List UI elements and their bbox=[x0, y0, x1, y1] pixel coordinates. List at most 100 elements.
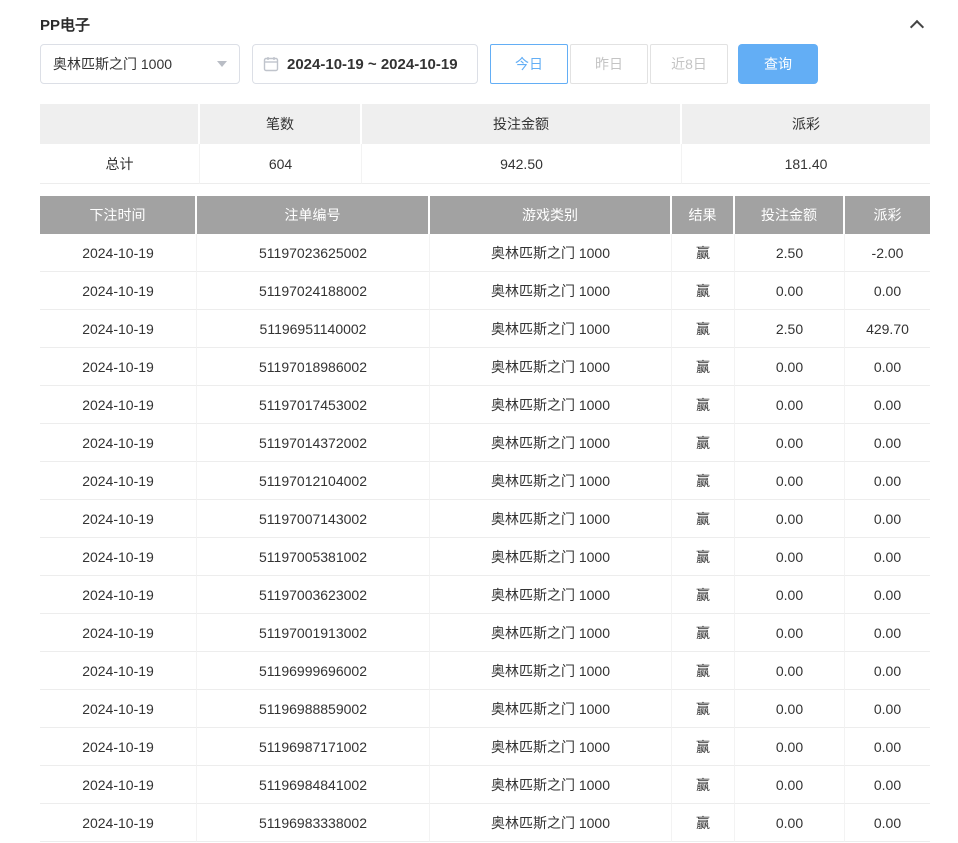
cell-result: 赢 bbox=[672, 766, 735, 804]
col-header-bet-amount: 投注金额 bbox=[735, 196, 845, 234]
cell-game-type: 奥林匹斯之门 1000 bbox=[430, 766, 672, 804]
table-row: 2024-10-19 51196999696002 奥林匹斯之门 1000 赢 … bbox=[40, 652, 930, 690]
cell-result: 赢 bbox=[672, 310, 735, 348]
cell-order-id: 51197024188002 bbox=[197, 272, 430, 310]
cell-bet-amount: 0.00 bbox=[735, 766, 845, 804]
game-records-panel: PP电子 奥林匹斯之门 1000 2024-10-19 ~ 2024-10-19… bbox=[40, 0, 930, 842]
cell-order-id: 51196999696002 bbox=[197, 652, 430, 690]
panel-header: PP电子 bbox=[40, 0, 930, 30]
cell-order-id: 51196951140002 bbox=[197, 310, 430, 348]
cell-payout: 0.00 bbox=[845, 462, 930, 500]
cell-result: 赢 bbox=[672, 424, 735, 462]
cell-bet-amount: 0.00 bbox=[735, 538, 845, 576]
cell-bet-amount: 0.00 bbox=[735, 576, 845, 614]
cell-order-id: 51196984841002 bbox=[197, 766, 430, 804]
search-button[interactable]: 查询 bbox=[738, 44, 818, 84]
cell-bet-time: 2024-10-19 bbox=[40, 690, 197, 728]
table-row: 2024-10-19 51196983338002 奥林匹斯之门 1000 赢 … bbox=[40, 804, 930, 842]
summary-table: 笔数 投注金额 派彩 总计 604 942.50 181.40 bbox=[40, 104, 930, 184]
cell-bet-time: 2024-10-19 bbox=[40, 348, 197, 386]
cell-game-type: 奥林匹斯之门 1000 bbox=[430, 348, 672, 386]
col-header-payout: 派彩 bbox=[845, 196, 930, 234]
cell-bet-amount: 0.00 bbox=[735, 728, 845, 766]
cell-result: 赢 bbox=[672, 386, 735, 424]
chevron-up-icon[interactable] bbox=[910, 20, 924, 34]
cell-result: 赢 bbox=[672, 804, 735, 842]
cell-game-type: 奥林匹斯之门 1000 bbox=[430, 386, 672, 424]
cell-payout: 0.00 bbox=[845, 690, 930, 728]
cell-order-id: 51196987171002 bbox=[197, 728, 430, 766]
table-row: 2024-10-19 51197012104002 奥林匹斯之门 1000 赢 … bbox=[40, 462, 930, 500]
cell-payout: -2.00 bbox=[845, 234, 930, 272]
cell-result: 赢 bbox=[672, 652, 735, 690]
cell-payout: 0.00 bbox=[845, 424, 930, 462]
cell-bet-amount: 0.00 bbox=[735, 500, 845, 538]
cell-game-type: 奥林匹斯之门 1000 bbox=[430, 424, 672, 462]
date-range-value: 2024-10-19 ~ 2024-10-19 bbox=[287, 56, 458, 73]
cell-payout: 0.00 bbox=[845, 766, 930, 804]
cell-order-id: 51197005381002 bbox=[197, 538, 430, 576]
table-row: 2024-10-19 51196984841002 奥林匹斯之门 1000 赢 … bbox=[40, 766, 930, 804]
cell-bet-time: 2024-10-19 bbox=[40, 652, 197, 690]
cell-order-id: 51197014372002 bbox=[197, 424, 430, 462]
cell-order-id: 51197003623002 bbox=[197, 576, 430, 614]
cell-order-id: 51196988859002 bbox=[197, 690, 430, 728]
cell-bet-amount: 0.00 bbox=[735, 272, 845, 310]
summary-total-label: 总计 bbox=[40, 144, 200, 184]
cell-bet-time: 2024-10-19 bbox=[40, 462, 197, 500]
cell-result: 赢 bbox=[672, 614, 735, 652]
cell-bet-amount: 2.50 bbox=[735, 310, 845, 348]
cell-order-id: 51197012104002 bbox=[197, 462, 430, 500]
table-row: 2024-10-19 51197024188002 奥林匹斯之门 1000 赢 … bbox=[40, 272, 930, 310]
cell-bet-time: 2024-10-19 bbox=[40, 500, 197, 538]
panel-title: PP电子 bbox=[40, 14, 90, 35]
cell-payout: 0.00 bbox=[845, 614, 930, 652]
last-8-days-button[interactable]: 近8日 bbox=[650, 44, 728, 84]
cell-game-type: 奥林匹斯之门 1000 bbox=[430, 310, 672, 348]
table-row: 2024-10-19 51197007143002 奥林匹斯之门 1000 赢 … bbox=[40, 500, 930, 538]
cell-result: 赢 bbox=[672, 538, 735, 576]
table-row: 2024-10-19 51196951140002 奥林匹斯之门 1000 赢 … bbox=[40, 310, 930, 348]
yesterday-button[interactable]: 昨日 bbox=[570, 44, 648, 84]
cell-result: 赢 bbox=[672, 348, 735, 386]
cell-result: 赢 bbox=[672, 728, 735, 766]
cell-bet-amount: 0.00 bbox=[735, 386, 845, 424]
cell-payout: 0.00 bbox=[845, 804, 930, 842]
cell-game-type: 奥林匹斯之门 1000 bbox=[430, 500, 672, 538]
cell-bet-time: 2024-10-19 bbox=[40, 804, 197, 842]
table-row: 2024-10-19 51196988859002 奥林匹斯之门 1000 赢 … bbox=[40, 690, 930, 728]
cell-payout: 429.70 bbox=[845, 310, 930, 348]
summary-total-row: 总计 604 942.50 181.40 bbox=[40, 144, 930, 184]
cell-game-type: 奥林匹斯之门 1000 bbox=[430, 804, 672, 842]
cell-order-id: 51197007143002 bbox=[197, 500, 430, 538]
cell-bet-time: 2024-10-19 bbox=[40, 310, 197, 348]
cell-payout: 0.00 bbox=[845, 386, 930, 424]
filter-bar: 奥林匹斯之门 1000 2024-10-19 ~ 2024-10-19 今日 昨… bbox=[40, 44, 930, 84]
col-header-order-id: 注单编号 bbox=[197, 196, 430, 234]
cell-bet-time: 2024-10-19 bbox=[40, 576, 197, 614]
cell-game-type: 奥林匹斯之门 1000 bbox=[430, 576, 672, 614]
summary-header-row: 笔数 投注金额 派彩 bbox=[40, 104, 930, 144]
table-row: 2024-10-19 51196987171002 奥林匹斯之门 1000 赢 … bbox=[40, 728, 930, 766]
cell-order-id: 51196983338002 bbox=[197, 804, 430, 842]
table-row: 2024-10-19 51197014372002 奥林匹斯之门 1000 赢 … bbox=[40, 424, 930, 462]
cell-game-type: 奥林匹斯之门 1000 bbox=[430, 652, 672, 690]
cell-result: 赢 bbox=[672, 462, 735, 500]
cell-payout: 0.00 bbox=[845, 576, 930, 614]
caret-down-icon bbox=[217, 61, 227, 67]
date-range-picker[interactable]: 2024-10-19 ~ 2024-10-19 bbox=[252, 44, 478, 84]
cell-result: 赢 bbox=[672, 576, 735, 614]
cell-payout: 0.00 bbox=[845, 652, 930, 690]
cell-bet-time: 2024-10-19 bbox=[40, 272, 197, 310]
cell-bet-time: 2024-10-19 bbox=[40, 386, 197, 424]
today-button[interactable]: 今日 bbox=[490, 44, 568, 84]
cell-bet-amount: 0.00 bbox=[735, 614, 845, 652]
game-select[interactable]: 奥林匹斯之门 1000 bbox=[40, 44, 240, 84]
table-row: 2024-10-19 51197001913002 奥林匹斯之门 1000 赢 … bbox=[40, 614, 930, 652]
cell-bet-amount: 0.00 bbox=[735, 804, 845, 842]
calendar-icon bbox=[263, 56, 279, 72]
cell-game-type: 奥林匹斯之门 1000 bbox=[430, 272, 672, 310]
cell-payout: 0.00 bbox=[845, 272, 930, 310]
cell-payout: 0.00 bbox=[845, 728, 930, 766]
col-header-bet-time: 下注时间 bbox=[40, 196, 197, 234]
